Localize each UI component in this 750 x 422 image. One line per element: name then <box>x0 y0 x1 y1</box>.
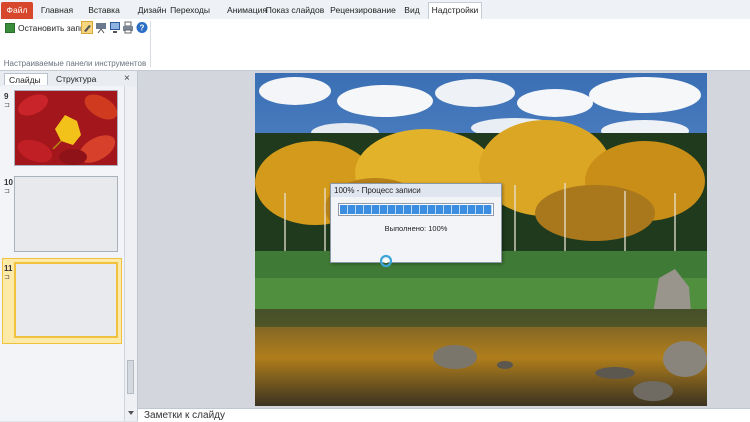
svg-text:?: ? <box>140 24 145 33</box>
slides-panel: Слайды Структура × 9 ⊐ 10 ⊐ 11 ⊐ <box>0 71 138 421</box>
tab-view[interactable]: Вид <box>398 3 426 19</box>
slide-thumbnail-11[interactable] <box>14 262 118 338</box>
tab-file[interactable]: Файл <box>1 2 33 19</box>
pen-icon[interactable] <box>81 21 93 34</box>
ribbon-tab-bar: Файл Главная Вставка Дизайн Переходы Ани… <box>0 0 750 20</box>
tab-slideshow[interactable]: Показ слайдов <box>262 3 328 19</box>
tab-review[interactable]: Рецензирование <box>329 3 397 19</box>
progress-status: Выполнено: 100% <box>384 224 448 233</box>
ribbon-panel: Остановить запись ? Настраиваемые панели… <box>0 19 750 71</box>
tab-addins[interactable]: Надстройки <box>428 2 482 19</box>
recording-progress-dialog: 100% - Процесс записи Выполнено: 100% <box>330 183 502 263</box>
slide-transition-icon: ⊐ <box>4 274 10 281</box>
progress-bar <box>338 203 494 216</box>
slide-thumbnails: 9 ⊐ 10 ⊐ 11 ⊐ <box>0 86 124 421</box>
slide-number: 11 <box>4 264 13 273</box>
monitor-icon[interactable] <box>109 21 121 34</box>
slide-transition-icon: ⊐ <box>4 102 10 109</box>
tab-insert[interactable]: Вставка <box>81 3 127 19</box>
projector-icon[interactable] <box>95 21 107 34</box>
slide-number: 10 <box>4 178 13 187</box>
red-leaves-image <box>15 91 117 165</box>
slide-thumbnail-9[interactable] <box>14 90 118 166</box>
dialog-title: 100% - Процесс записи <box>331 184 501 197</box>
help-icon[interactable]: ? <box>136 21 148 34</box>
slide-thumbnail-10[interactable] <box>14 176 118 252</box>
busy-cursor-icon <box>379 254 393 268</box>
scroll-down-icon[interactable] <box>125 408 137 418</box>
notes-placeholder: Заметки к слайду <box>144 410 225 421</box>
slide-transition-icon: ⊐ <box>4 188 10 195</box>
stop-icon <box>5 23 15 33</box>
group-separator <box>150 21 151 67</box>
group-label: Настраиваемые панели инструментов <box>3 59 147 68</box>
close-icon[interactable]: × <box>124 73 130 84</box>
tab-outline[interactable]: Структура <box>52 73 102 85</box>
thumbnails-scrollbar[interactable] <box>124 86 137 421</box>
slide-number: 9 <box>4 92 9 101</box>
tab-slides[interactable]: Слайды <box>4 73 48 85</box>
progress-fill <box>340 205 492 214</box>
notes-pane[interactable]: Заметки к слайду <box>138 408 750 422</box>
tab-transitions[interactable]: Переходы <box>164 3 216 19</box>
tab-home[interactable]: Главная <box>36 3 78 19</box>
scrollbar-thumb[interactable] <box>127 360 134 394</box>
printer-icon[interactable] <box>122 21 134 34</box>
